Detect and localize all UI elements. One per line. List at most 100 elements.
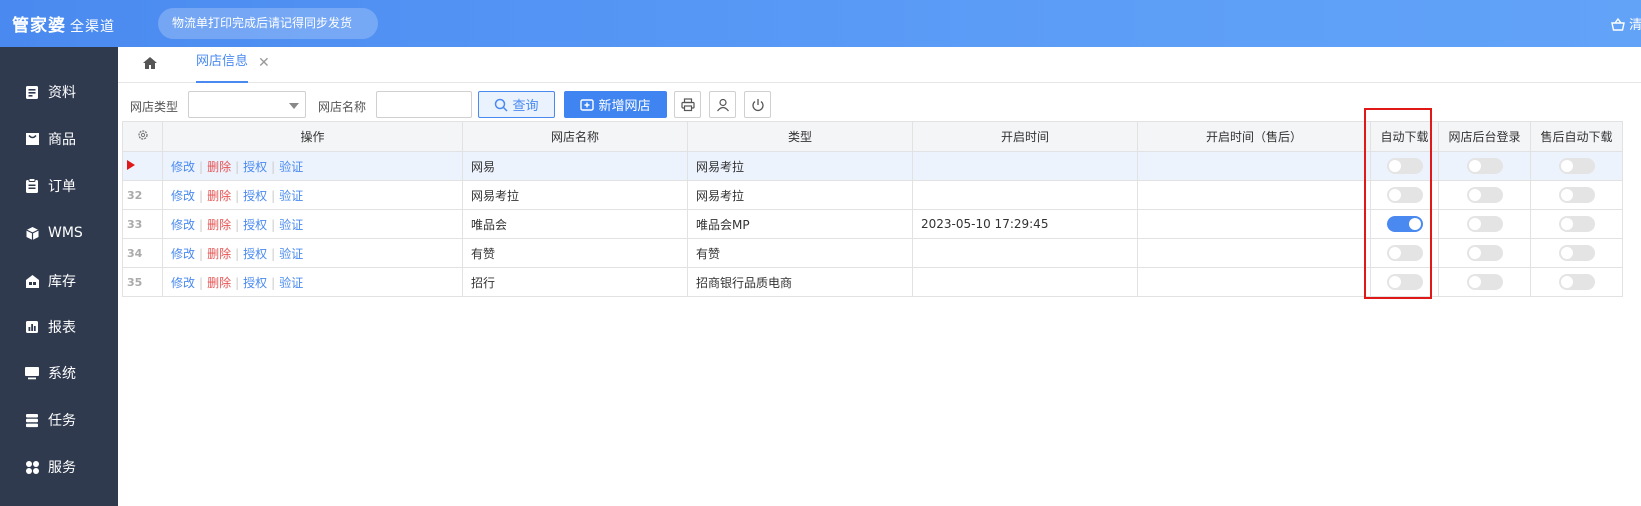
sidebar-item-label: 系统: [48, 366, 76, 382]
query-button[interactable]: 查询: [478, 91, 555, 118]
separator: |: [271, 246, 276, 261]
delete-link[interactable]: 删除: [207, 276, 231, 290]
row-number: 35: [122, 267, 163, 297]
open-time-cell: [912, 238, 1138, 268]
notice-banner: 物流单打印完成后请记得同步发货: [158, 8, 378, 39]
sidebar-item-label: 订单: [48, 179, 76, 195]
tab-home[interactable]: [142, 56, 160, 74]
auto-download-toggle[interactable]: [1386, 158, 1423, 174]
sidebar-item-goods[interactable]: 商品: [0, 119, 118, 159]
edit-link[interactable]: 修改: [171, 189, 195, 203]
sidebar-item-tasks[interactable]: 任务: [0, 400, 118, 440]
top-right-action[interactable]: 清: [1611, 14, 1641, 33]
backend-login-toggle[interactable]: [1466, 158, 1503, 174]
auto-download-cell: [1370, 267, 1439, 297]
print-button[interactable]: [674, 91, 701, 118]
backend-login-toggle[interactable]: [1466, 245, 1503, 261]
top-bar: 管家婆 全渠道 物流单打印完成后请记得同步发货 清: [0, 0, 1641, 47]
backend-login-toggle[interactable]: [1466, 216, 1503, 232]
user-button[interactable]: [709, 91, 736, 118]
shop-name-input[interactable]: [376, 91, 472, 118]
separator: |: [271, 188, 276, 203]
edit-link[interactable]: 修改: [171, 276, 195, 290]
backend-login-toggle[interactable]: [1466, 274, 1503, 290]
verify-link[interactable]: 验证: [279, 160, 303, 174]
add-shop-button[interactable]: 新增网店: [564, 91, 667, 118]
row-marker: [122, 151, 163, 181]
sidebar-item-orders[interactable]: 订单: [0, 166, 118, 206]
after-auto-download-toggle[interactable]: [1558, 187, 1595, 203]
row-number: 34: [122, 238, 163, 268]
auto-download-toggle[interactable]: [1386, 245, 1423, 261]
edit-link[interactable]: 修改: [171, 247, 195, 261]
backend-login-toggle[interactable]: [1466, 187, 1503, 203]
verify-link[interactable]: 验证: [279, 276, 303, 290]
shop-type-select[interactable]: [188, 91, 306, 118]
after-auto-download-toggle[interactable]: [1558, 245, 1595, 261]
separator: |: [271, 217, 276, 232]
user-icon: [716, 98, 729, 111]
delete-link[interactable]: 删除: [207, 189, 231, 203]
power-button[interactable]: [744, 91, 771, 118]
separator: |: [235, 246, 240, 261]
sidebar-item-reports[interactable]: 报表: [0, 307, 118, 347]
add-shop-label: 新增网店: [598, 99, 651, 114]
delete-link[interactable]: 删除: [207, 218, 231, 232]
delete-link[interactable]: 删除: [207, 160, 231, 174]
apps-icon: [24, 459, 40, 475]
current-row-icon: [127, 159, 135, 170]
auto-download-toggle[interactable]: [1386, 216, 1423, 232]
after-auto-download-toggle[interactable]: [1558, 158, 1595, 174]
authorize-link[interactable]: 授权: [243, 189, 267, 203]
shop-table: 操作 网店名称 类型 开启时间 开启时间（售后） 自动下载 网店后台登录 售后自…: [122, 121, 1623, 297]
sidebar-item-wms[interactable]: WMS: [0, 213, 118, 253]
open-time-cell: [912, 180, 1138, 210]
after-auto-download-toggle[interactable]: [1558, 216, 1595, 232]
table-row[interactable]: 33 修改 | 删除 | 授权 | 验证 唯品会 唯品会MP 2023-05-10 17:29:45: [122, 209, 1623, 239]
separator: |: [199, 275, 204, 290]
column-settings[interactable]: [122, 121, 163, 152]
after-auto-download-cell: [1530, 267, 1623, 297]
after-auto-download-toggle[interactable]: [1558, 274, 1595, 290]
row-number: 33: [122, 209, 163, 239]
open-time-after-cell: [1137, 238, 1371, 268]
column-header-ops: 操作: [162, 121, 463, 152]
open-time-after-cell: [1137, 209, 1371, 239]
after-auto-download-cell: [1530, 209, 1623, 239]
chevron-down-icon: [289, 103, 299, 109]
logo-sub: 全渠道: [70, 19, 115, 35]
printer-icon: [680, 97, 695, 111]
table-row[interactable]: 34 修改 | 删除 | 授权 | 验证 有赞 有赞: [122, 238, 1623, 268]
sidebar-item-ziliao[interactable]: 资料: [0, 72, 118, 112]
sidebar-item-label: 服务: [48, 460, 76, 476]
authorize-link[interactable]: 授权: [243, 160, 267, 174]
verify-link[interactable]: 验证: [279, 189, 303, 203]
tab-bar: 网店信息 ✕: [118, 47, 1641, 83]
tab-shop-info[interactable]: 网店信息: [196, 47, 249, 83]
table-row[interactable]: 修改 | 删除 | 授权 | 验证 网易 网易考拉: [122, 151, 1623, 181]
sidebar-item-inventory[interactable]: 库存: [0, 261, 118, 301]
authorize-link[interactable]: 授权: [243, 218, 267, 232]
verify-link[interactable]: 验证: [279, 218, 303, 232]
authorize-link[interactable]: 授权: [243, 276, 267, 290]
query-label: 查询: [512, 99, 539, 114]
table-row[interactable]: 35 修改 | 删除 | 授权 | 验证 招行 招商银行品质电商: [122, 267, 1623, 297]
app-logo[interactable]: 管家婆 全渠道: [12, 11, 115, 36]
edit-link[interactable]: 修改: [171, 218, 195, 232]
separator: |: [271, 275, 276, 290]
auto-download-toggle[interactable]: [1386, 274, 1423, 290]
sidebar-item-system[interactable]: 系统: [0, 353, 118, 393]
shop-name-cell: 唯品会: [462, 209, 688, 239]
home-icon: [143, 57, 157, 69]
backend-login-cell: [1438, 267, 1531, 297]
close-icon[interactable]: ✕: [258, 55, 270, 71]
auto-download-toggle[interactable]: [1386, 187, 1423, 203]
delete-link[interactable]: 删除: [207, 247, 231, 261]
verify-link[interactable]: 验证: [279, 247, 303, 261]
table-row[interactable]: 32 修改 | 删除 | 授权 | 验证 网易考拉 网易考拉: [122, 180, 1623, 210]
separator: |: [271, 159, 276, 174]
edit-link[interactable]: 修改: [171, 160, 195, 174]
server-icon: [24, 412, 40, 428]
sidebar-item-service[interactable]: 服务: [0, 447, 118, 487]
authorize-link[interactable]: 授权: [243, 247, 267, 261]
